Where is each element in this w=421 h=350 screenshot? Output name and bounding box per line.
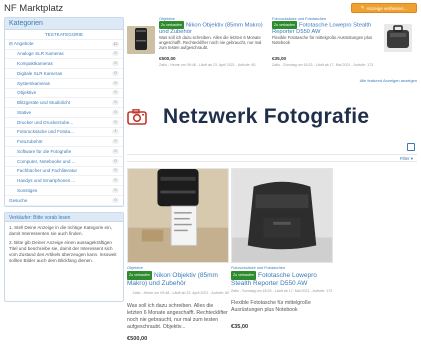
count-badge: 0 [112, 80, 119, 86]
seller-info-title: Verkäufer: Bitte vorab lesen [5, 212, 123, 222]
sidebar-item[interactable]: Digitale SLR Kameras 0 [5, 69, 123, 79]
sidebar-item-label: Handys und Smartphones ... [17, 178, 76, 184]
collapse-icon[interactable]: ⊟ [9, 41, 13, 46]
banner-title: Netzwerk Fotografie [163, 105, 370, 128]
listing-description: Flexible Fototasche für mittelgroße Ausr… [231, 300, 311, 313]
category-panel: Kategorien TESTKATEGORIE ⊟ Angebote 12 A… [4, 17, 124, 207]
sidebar-item[interactable]: Handys und Smartphones ... 0 [5, 176, 123, 186]
count-badge: 12 [112, 41, 119, 47]
listing-title[interactable]: Zu verkaufen Nikon Objektiv (85mm Makro) … [127, 271, 229, 287]
sidebar-item-label: Blitzgeräte und Studiolicht [17, 100, 71, 106]
featured-title[interactable]: Zu verkaufen Fototasche Lowepro Stealth R… [272, 21, 380, 35]
pencil-icon: ✎ [360, 5, 365, 10]
listing-title[interactable]: Zu verkaufen Fototasche Lowepro Stealth R… [231, 271, 333, 287]
camera-logo-icon [127, 109, 147, 125]
count-badge: 0 [112, 51, 119, 57]
sidebar-item-label: Fachbücher und Fachliteratur [17, 168, 78, 174]
listing-category[interactable]: Objektive [127, 266, 143, 270]
sidebar-item-label: Systemkameras [17, 80, 50, 86]
filter-dropdown[interactable]: Filter ▾ [400, 156, 413, 162]
count-badge: 0 [112, 197, 119, 203]
listing-description: Was soll ich dazu schreiben. Alles die l… [127, 303, 228, 330]
count-badge: 0 [112, 61, 119, 67]
sidebar-item-label: Gesuche [9, 197, 28, 203]
sidebar-item-label: Drucker und Druckerzube... [17, 119, 74, 125]
sold-badge: Zu verkaufen [272, 21, 297, 29]
listing-category[interactable]: Fotorucksäcke und Fototaschen [231, 266, 285, 270]
sidebar-item-label: Sonstiges [17, 187, 38, 193]
sidebar-item-label: Analoge SLR Kameras [17, 51, 64, 57]
sidebar-item[interactable]: Analoge SLR Kameras 0 [5, 50, 123, 60]
count-badge: 0 [112, 100, 119, 106]
count-badge: 1 [112, 129, 119, 135]
sidebar-item-label: Angebote [13, 41, 34, 47]
sidebar-item-label: TESTKATEGORIE [44, 31, 84, 37]
all-featured-link[interactable]: Alle featured Anzeigen anzeigen [360, 78, 417, 83]
listing-image[interactable] [231, 168, 333, 263]
count-badge: 0 [112, 70, 119, 76]
sidebar-item[interactable]: Drucker und Druckerzube... 0 [5, 118, 123, 128]
sold-badge: Zu verkaufen [127, 271, 152, 280]
category-panel-title: Kategorien [5, 18, 123, 30]
count-badge: 0 [112, 90, 119, 96]
featured-description: Was soll ich dazu schreiben. Alles die l… [159, 35, 262, 51]
sidebar-item-gesuche[interactable]: Gesuche 0 [5, 196, 123, 206]
seller-info-rule-1: 1. Stell Deine Anzeige in die richtige K… [9, 224, 112, 236]
sidebar-item-testkategorie[interactable]: TESTKATEGORIE [5, 30, 123, 40]
site-banner: Netzwerk Fotografie [127, 94, 417, 140]
featured-listing[interactable]: Fotorucksäcke und Fototaschen Zu verkauf… [272, 12, 417, 76]
count-badge: 0 [112, 178, 119, 184]
featured-description: Flexible Fototasche für mittelgroße Ausr… [272, 35, 373, 46]
sidebar-item[interactable]: Fotorucksäcke und Fotota... 1 [5, 128, 123, 138]
count-badge: 0 [112, 158, 119, 164]
listing-meta: Zafio - Heute um 09:48 - Läuft ab 23. Ap… [132, 291, 230, 295]
featured-price: €500,00 [159, 56, 176, 61]
sidebar-item-label: Kompaktkameras [17, 61, 53, 67]
sidebar-item-angebote[interactable]: ⊟ Angebote 12 [5, 40, 123, 50]
sidebar-item-label: Objektive [17, 90, 37, 96]
count-badge: 0 [112, 109, 119, 115]
sidebar-item-label: Stative [17, 109, 32, 115]
featured-meta: Zafio - Sonntag um 18:33 - Läuft ab 17. … [272, 63, 374, 67]
listing-toolbar [127, 154, 417, 162]
sidebar-item[interactable]: Fotozubehör 0 [5, 137, 123, 147]
featured-meta: Zafio - Heute um 09:48 - Läuft ab 23. Ap… [159, 63, 256, 67]
count-badge: 0 [112, 187, 119, 193]
sidebar-item-label: Computer, Notebooks und ... [17, 158, 76, 164]
sidebar: Kategorien TESTKATEGORIE ⊟ Angebote 12 A… [4, 17, 124, 302]
create-listing-label: Anzeige verfassen... [366, 5, 408, 11]
sidebar-item-label: Fotorucksäcke und Fotota... [17, 129, 74, 135]
sidebar-item[interactable]: Software für die Fotografie 0 [5, 147, 123, 157]
sidebar-item[interactable]: Sonstiges 0 [5, 186, 123, 196]
listing-price: €500,00 [127, 336, 148, 342]
sidebar-item-label: Digitale SLR Kameras [17, 70, 63, 76]
sidebar-item[interactable]: Systemkameras 0 [5, 79, 123, 89]
featured-listing-image[interactable] [384, 24, 412, 52]
sidebar-item[interactable]: Kompaktkameras 0 [5, 59, 123, 69]
featured-listing-image[interactable] [127, 26, 155, 54]
seller-info-rule-2: 2. Bitte gib Deiner Anzeige einen aussag… [9, 239, 117, 263]
featured-price: €35,00 [272, 56, 287, 61]
sidebar-item[interactable]: Stative 0 [5, 108, 123, 118]
sidebar-item-label: Fotozubehör [17, 139, 43, 145]
count-badge: 0 [112, 139, 119, 145]
sidebar-item[interactable]: Objektive 0 [5, 89, 123, 99]
rss-icon[interactable] [407, 143, 415, 151]
listing-price: €35,00 [231, 324, 249, 330]
sold-badge: Zu verkaufen [231, 271, 256, 280]
sidebar-item-label: Software für die Fotografie [17, 148, 72, 154]
sold-badge: Zu verkaufen [159, 21, 184, 29]
listing-image[interactable] [127, 168, 229, 263]
page-title: NF Marktplatz [4, 3, 64, 14]
sidebar-item[interactable]: Blitzgeräte und Studiolicht 0 [5, 98, 123, 108]
featured-listing[interactable]: Objektive Zu verkaufen Nikon Objektiv (85… [127, 12, 272, 76]
count-badge: 0 [112, 168, 119, 174]
seller-info-panel: Verkäufer: Bitte vorab lesen 1. Stell De… [4, 211, 124, 302]
sidebar-item[interactable]: Computer, Notebooks und ... 0 [5, 157, 123, 167]
count-badge: 0 [112, 148, 119, 154]
featured-title[interactable]: Zu verkaufen Nikon Objektiv (85mm Makro) … [159, 21, 267, 35]
sidebar-item[interactable]: Fachbücher und Fachliteratur 0 [5, 167, 123, 177]
listing-meta: Zafio - Sonntag um 18:33 - Läuft ab 17. … [231, 289, 333, 293]
count-badge: 0 [112, 119, 119, 125]
